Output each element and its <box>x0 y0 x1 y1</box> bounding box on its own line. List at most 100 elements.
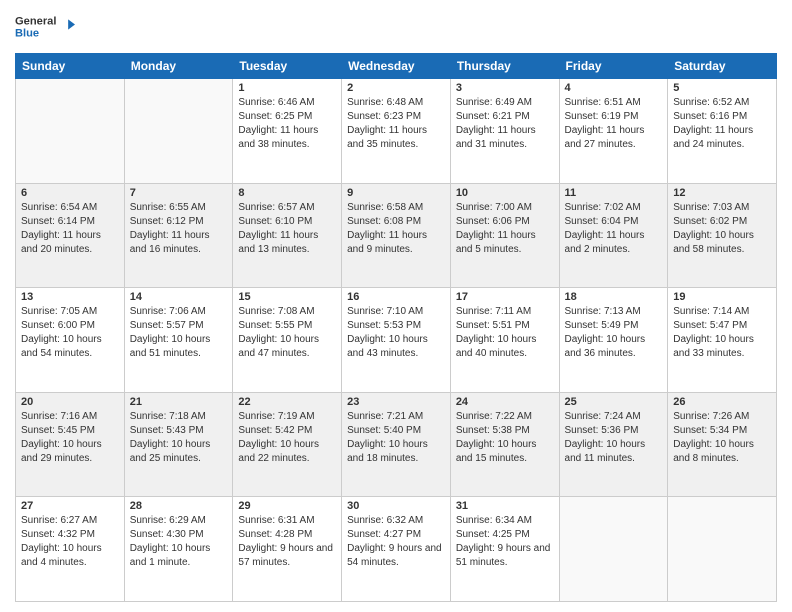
calendar-table: SundayMondayTuesdayWednesdayThursdayFrid… <box>15 53 777 602</box>
day-number: 29 <box>238 500 336 512</box>
day-number: 16 <box>347 291 445 303</box>
day-number: 13 <box>21 291 119 303</box>
calendar-cell: 3 Sunrise: 6:49 AMSunset: 6:21 PMDaylight… <box>450 79 559 184</box>
weekday-header-thursday: Thursday <box>450 54 559 79</box>
day-number: 12 <box>673 187 771 199</box>
day-info: Sunrise: 6:29 AMSunset: 4:30 PMDaylight:… <box>130 514 228 570</box>
calendar-cell: 21Sunrise: 7:18 AMSunset: 5:43 PMDayligh… <box>124 392 233 497</box>
day-info: Sunrise: 7:08 AMSunset: 5:55 PMDaylight:… <box>238 305 336 361</box>
day-info: Sunrise: 6:55 AMSunset: 6:12 PMDaylight:… <box>130 201 228 257</box>
calendar-cell: 9 Sunrise: 6:58 AMSunset: 6:08 PMDaylight… <box>342 183 451 288</box>
day-info: Sunrise: 6:31 AMSunset: 4:28 PMDaylight:… <box>238 514 336 570</box>
calendar-cell: 18 Sunrise: 7:13 AMSunset: 5:49 PMDayligh… <box>559 288 668 393</box>
day-number: 23 <box>347 396 445 408</box>
weekday-header-friday: Friday <box>559 54 668 79</box>
calendar-cell: 29 Sunrise: 6:31 AMSunset: 4:28 PMDayligh… <box>233 497 342 602</box>
calendar-cell: 10 Sunrise: 7:00 AMSunset: 6:06 PMDayligh… <box>450 183 559 288</box>
day-info: Sunrise: 7:26 AMSunset: 5:34 PMDaylight:… <box>673 410 771 466</box>
calendar-cell <box>124 79 233 184</box>
day-number: 8 <box>238 187 336 199</box>
day-number: 31 <box>456 500 554 512</box>
day-number: 3 <box>456 82 554 94</box>
day-number: 26 <box>673 396 771 408</box>
day-info: Sunrise: 7:06 AMSunset: 5:57 PMDaylight:… <box>130 305 228 361</box>
day-number: 5 <box>673 82 771 94</box>
day-info: Sunrise: 6:52 AMSunset: 6:16 PMDaylight:… <box>673 96 771 152</box>
day-info: Sunrise: 7:03 AMSunset: 6:02 PMDaylight:… <box>673 201 771 257</box>
day-number: 19 <box>673 291 771 303</box>
calendar-cell: 16 Sunrise: 7:10 AMSunset: 5:53 PMDayligh… <box>342 288 451 393</box>
day-info: Sunrise: 7:22 AMSunset: 5:38 PMDaylight:… <box>456 410 554 466</box>
calendar-cell: 17 Sunrise: 7:11 AMSunset: 5:51 PMDayligh… <box>450 288 559 393</box>
day-info: Sunrise: 6:49 AMSunset: 6:21 PMDaylight:… <box>456 96 554 152</box>
day-number: 6 <box>21 187 119 199</box>
weekday-header-saturday: Saturday <box>668 54 777 79</box>
day-info: Sunrise: 7:00 AMSunset: 6:06 PMDaylight:… <box>456 201 554 257</box>
day-info: Sunrise: 7:13 AMSunset: 5:49 PMDaylight:… <box>565 305 663 361</box>
day-number: 2 <box>347 82 445 94</box>
page: General Blue SundayMondayTuesdayWednesda… <box>0 0 792 612</box>
calendar-row-4: 27 Sunrise: 6:27 AMSunset: 4:32 PMDayligh… <box>16 497 777 602</box>
svg-text:General: General <box>15 16 56 28</box>
weekday-header-tuesday: Tuesday <box>233 54 342 79</box>
logo: General Blue <box>15 10 75 45</box>
day-number: 14 <box>130 291 228 303</box>
day-info: Sunrise: 6:51 AMSunset: 6:19 PMDaylight:… <box>565 96 663 152</box>
calendar-cell: 11Sunrise: 7:02 AMSunset: 6:04 PMDayligh… <box>559 183 668 288</box>
calendar-row-3: 20Sunrise: 7:16 AMSunset: 5:45 PMDayligh… <box>16 392 777 497</box>
calendar-cell: 25Sunrise: 7:24 AMSunset: 5:36 PMDayligh… <box>559 392 668 497</box>
day-number: 30 <box>347 500 445 512</box>
calendar-cell <box>16 79 125 184</box>
weekday-header-row: SundayMondayTuesdayWednesdayThursdayFrid… <box>16 54 777 79</box>
calendar-cell: 23 Sunrise: 7:21 AMSunset: 5:40 PMDayligh… <box>342 392 451 497</box>
day-info: Sunrise: 7:21 AMSunset: 5:40 PMDaylight:… <box>347 410 445 466</box>
calendar-cell: 28Sunrise: 6:29 AMSunset: 4:30 PMDayligh… <box>124 497 233 602</box>
calendar-cell: 5 Sunrise: 6:52 AMSunset: 6:16 PMDaylight… <box>668 79 777 184</box>
calendar-cell: 27 Sunrise: 6:27 AMSunset: 4:32 PMDayligh… <box>16 497 125 602</box>
calendar-cell: 2 Sunrise: 6:48 AMSunset: 6:23 PMDaylight… <box>342 79 451 184</box>
calendar-cell: 20Sunrise: 7:16 AMSunset: 5:45 PMDayligh… <box>16 392 125 497</box>
calendar-cell: 30 Sunrise: 6:32 AMSunset: 4:27 PMDayligh… <box>342 497 451 602</box>
day-info: Sunrise: 7:05 AMSunset: 6:00 PMDaylight:… <box>21 305 119 361</box>
calendar-cell: 1 Sunrise: 6:46 AMSunset: 6:25 PMDaylight… <box>233 79 342 184</box>
weekday-header-wednesday: Wednesday <box>342 54 451 79</box>
calendar-row-1: 6 Sunrise: 6:54 AMSunset: 6:14 PMDaylight… <box>16 183 777 288</box>
day-info: Sunrise: 6:27 AMSunset: 4:32 PMDaylight:… <box>21 514 119 570</box>
day-number: 24 <box>456 396 554 408</box>
day-info: Sunrise: 7:02 AMSunset: 6:04 PMDaylight:… <box>565 201 663 257</box>
calendar-cell: 6 Sunrise: 6:54 AMSunset: 6:14 PMDaylight… <box>16 183 125 288</box>
day-info: Sunrise: 7:10 AMSunset: 5:53 PMDaylight:… <box>347 305 445 361</box>
day-info: Sunrise: 6:58 AMSunset: 6:08 PMDaylight:… <box>347 201 445 257</box>
day-number: 1 <box>238 82 336 94</box>
weekday-header-monday: Monday <box>124 54 233 79</box>
day-info: Sunrise: 6:32 AMSunset: 4:27 PMDaylight:… <box>347 514 445 570</box>
calendar-cell: 12 Sunrise: 7:03 AMSunset: 6:02 PMDayligh… <box>668 183 777 288</box>
calendar-cell: 7Sunrise: 6:55 AMSunset: 6:12 PMDaylight… <box>124 183 233 288</box>
day-number: 15 <box>238 291 336 303</box>
day-number: 27 <box>21 500 119 512</box>
calendar-cell: 26 Sunrise: 7:26 AMSunset: 5:34 PMDayligh… <box>668 392 777 497</box>
calendar-cell: 8 Sunrise: 6:57 AMSunset: 6:10 PMDaylight… <box>233 183 342 288</box>
calendar-cell: 14 Sunrise: 7:06 AMSunset: 5:57 PMDayligh… <box>124 288 233 393</box>
day-info: Sunrise: 6:54 AMSunset: 6:14 PMDaylight:… <box>21 201 119 257</box>
day-number: 18 <box>565 291 663 303</box>
calendar-cell: 31 Sunrise: 6:34 AMSunset: 4:25 PMDayligh… <box>450 497 559 602</box>
day-info: Sunrise: 6:46 AMSunset: 6:25 PMDaylight:… <box>238 96 336 152</box>
calendar-cell: 4Sunrise: 6:51 AMSunset: 6:19 PMDaylight… <box>559 79 668 184</box>
day-info: Sunrise: 7:14 AMSunset: 5:47 PMDaylight:… <box>673 305 771 361</box>
day-info: Sunrise: 6:34 AMSunset: 4:25 PMDaylight:… <box>456 514 554 570</box>
day-info: Sunrise: 6:48 AMSunset: 6:23 PMDaylight:… <box>347 96 445 152</box>
weekday-header-sunday: Sunday <box>16 54 125 79</box>
day-info: Sunrise: 7:11 AMSunset: 5:51 PMDaylight:… <box>456 305 554 361</box>
day-info: Sunrise: 6:57 AMSunset: 6:10 PMDaylight:… <box>238 201 336 257</box>
svg-text:Blue: Blue <box>15 28 39 40</box>
day-number: 10 <box>456 187 554 199</box>
day-number: 9 <box>347 187 445 199</box>
day-info: Sunrise: 7:16 AMSunset: 5:45 PMDaylight:… <box>21 410 119 466</box>
day-number: 17 <box>456 291 554 303</box>
calendar-row-2: 13 Sunrise: 7:05 AMSunset: 6:00 PMDayligh… <box>16 288 777 393</box>
day-number: 25 <box>565 396 663 408</box>
day-info: Sunrise: 7:18 AMSunset: 5:43 PMDaylight:… <box>130 410 228 466</box>
logo-svg: General Blue <box>15 10 75 45</box>
calendar-cell: 15 Sunrise: 7:08 AMSunset: 5:55 PMDayligh… <box>233 288 342 393</box>
